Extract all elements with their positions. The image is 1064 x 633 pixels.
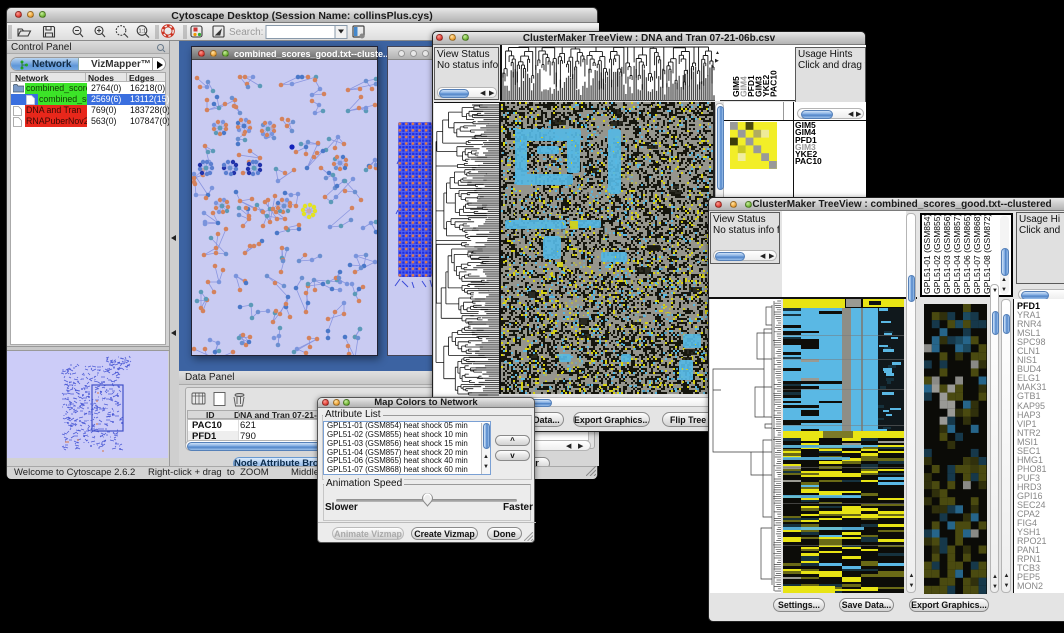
svg-text:Search:: Search: xyxy=(229,27,263,38)
svg-text:GPL51-08 (GSM872): GPL51-08 (GSM872) xyxy=(982,215,992,294)
svg-text:GPL51-06 (GSM865): GPL51-06 (GSM865) xyxy=(962,215,972,294)
svg-text:GPL51-04 (GSM857): GPL51-04 (GSM857) xyxy=(952,215,962,294)
svg-text:PAC10: PAC10 xyxy=(769,70,779,97)
svg-text:GPL51-07 (GSM868): GPL51-07 (GSM868) xyxy=(972,215,982,294)
svg-text:1:1: 1:1 xyxy=(139,29,147,35)
svg-text:GPL51-01 (GSM854): GPL51-01 (GSM854) xyxy=(922,215,932,294)
svg-text:GPL51-02 (GSM855): GPL51-02 (GSM855) xyxy=(932,215,942,294)
svg-text:GPL51-03 (GSM856): GPL51-03 (GSM856) xyxy=(942,215,952,294)
